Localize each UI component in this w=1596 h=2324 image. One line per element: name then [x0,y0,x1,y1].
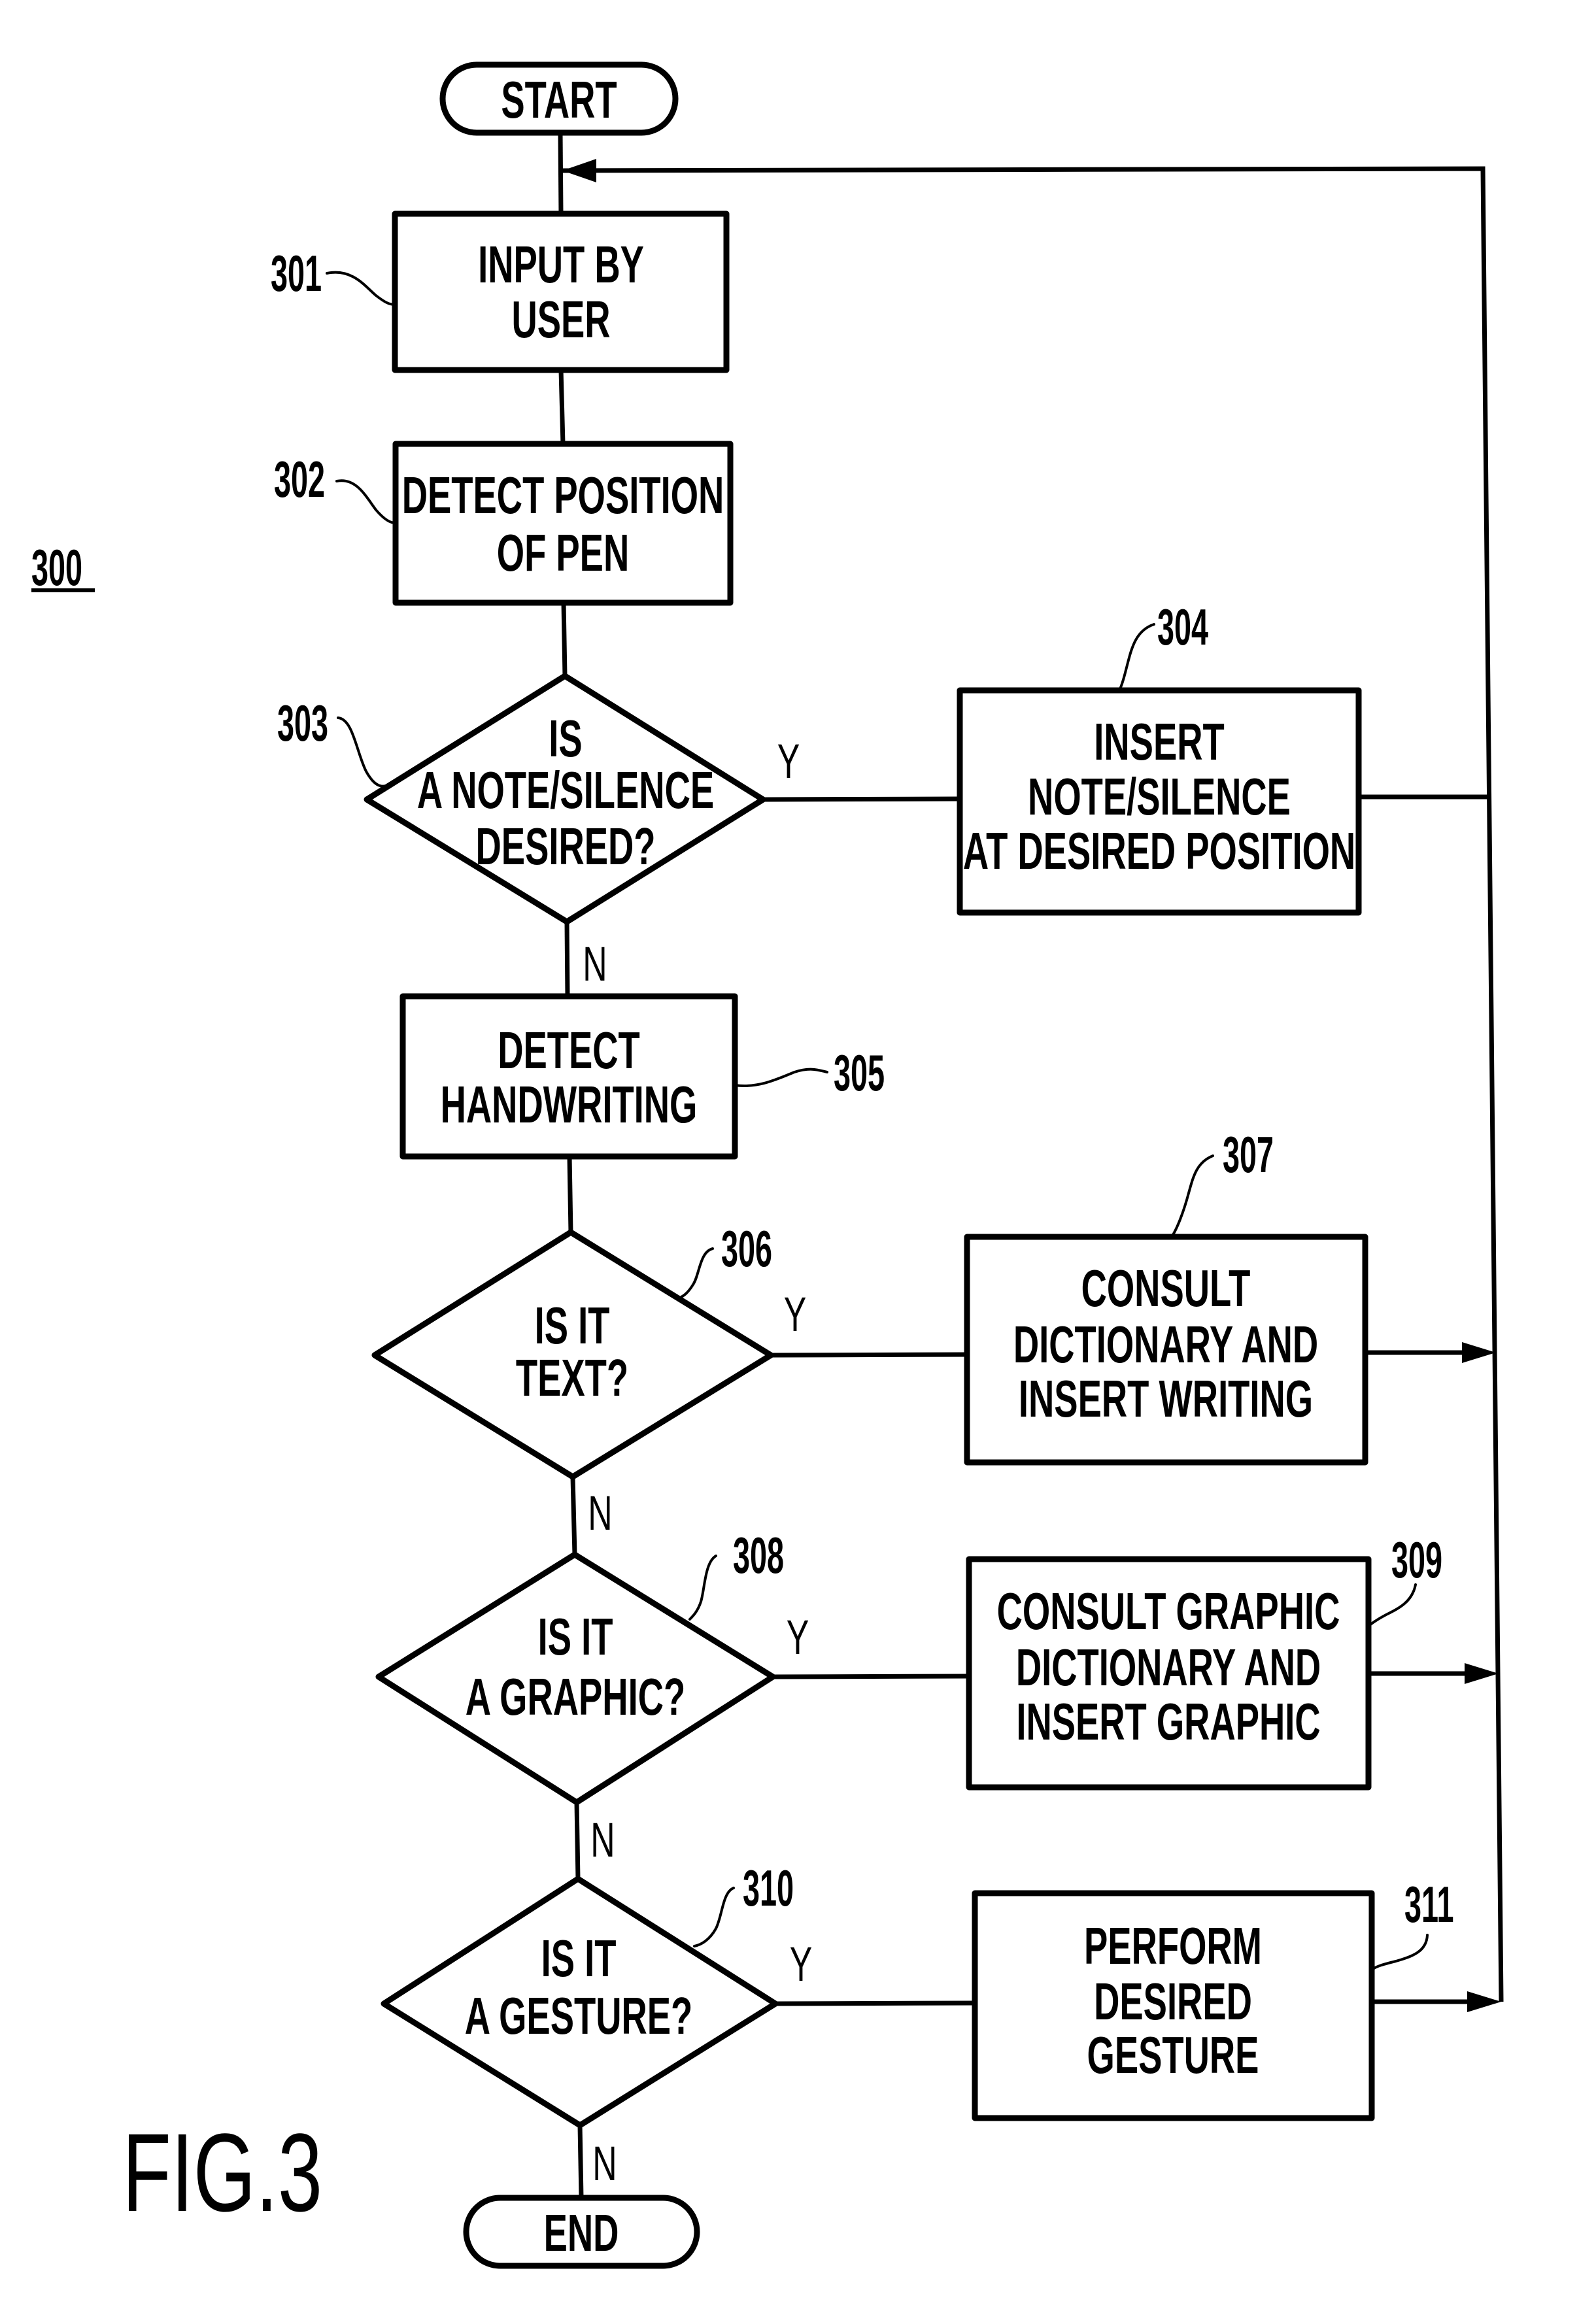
branch-303-no: N [583,937,607,991]
step-309-line-1: CONSULT GRAPHIC [997,1583,1340,1641]
end-label: END [544,2204,619,2263]
decision-308-line-2: A GRAPHIC? [466,1668,685,1726]
decision-306-diamond: IS IT TEXT? [371,1229,774,1480]
leader-308 [688,1555,717,1621]
decision-306-line-1: IS IT [535,1297,610,1355]
branch-310-no: N [592,2136,617,2191]
decision-303-line-2: A NOTE/SILENCE [417,762,714,820]
branch-303-yes: Y [777,734,800,788]
decision-306-line-2: TEXT? [516,1349,628,1407]
leader-309 [1369,1583,1417,1626]
connector-310-end [577,2125,584,2198]
decision-308-line-1: IS IT [538,1608,613,1666]
figure-reference-number: 300 [31,539,82,596]
decision-310-line-2: A GESTURE? [465,1987,692,2046]
step-304-box: INSERT NOTE/SILENCE AT DESIRED POSITION [957,687,1362,916]
step-302-line-2: OF PEN [497,524,629,582]
leader-304 [1118,623,1155,692]
leader-301 [326,271,396,306]
step-307-line-2: DICTIONARY AND [1013,1316,1318,1374]
ref-310: 310 [743,1860,794,1917]
ref-311: 311 [1404,1876,1454,1933]
step-311-line-2: DESIRED [1094,1973,1252,2031]
step-304-line-1: INSERT [1094,713,1225,771]
figure-reference: 300 [31,539,95,596]
decision-310-line-1: IS IT [541,1930,617,1988]
step-304-line-2: NOTE/SILENCE [1028,768,1291,826]
step-301-line-2: USER [511,291,610,349]
step-307-line-1: CONSULT [1081,1260,1251,1318]
branch-306-no: N [588,1486,612,1540]
leader-307 [1170,1154,1214,1238]
step-302-line-1: DETECT POSITION [402,467,724,525]
step-301-line-1: INPUT BY [478,236,644,294]
leader-310 [693,1887,735,1947]
ref-302: 302 [274,451,325,508]
connector-310-311 [775,2000,976,2006]
step-307-line-3: INSERT WRITING [1019,1370,1313,1428]
ref-307: 307 [1223,1126,1274,1183]
ref-306: 306 [721,1221,772,1277]
arrowhead-307-icon [1462,1342,1496,1363]
arrowhead-309-icon [1465,1663,1499,1684]
branch-310-yes: Y [790,1937,813,1991]
decision-303-line-1: IS [549,710,582,768]
connector-303-305 [564,921,570,997]
connector-301-302 [558,369,566,445]
flowchart: START END INPUT BY USER DETECT POSITION … [31,61,1504,2269]
ref-303: 303 [277,695,328,752]
decision-303-diamond: IS A NOTE/SILENCE DESIRED? [364,673,766,925]
step-305-line-1: DETECT [498,1022,640,1080]
branch-308-yes: Y [787,1610,809,1664]
step-309-line-3: INSERT GRAPHIC [1016,1693,1320,1751]
step-311-line-1: PERFORM [1084,1917,1262,1976]
ref-305: 305 [834,1045,885,1102]
start-terminal: START [439,61,679,136]
decision-308-diamond: IS IT A GRAPHIC? [375,1551,776,1806]
decision-303-line-3: DESIRED? [476,818,656,876]
branch-306-yes: Y [784,1287,807,1341]
figure-label: FIG.3 [122,2111,322,2234]
connector-302-303 [561,602,568,677]
start-label: START [501,71,617,129]
step-309-box: CONSULT GRAPHIC DICTIONARY AND INSERT GR… [966,1556,1372,1791]
connector-308-310 [574,1802,581,1879]
step-307-box: CONSULT DICTIONARY AND INSERT WRITING [964,1234,1368,1466]
leader-303 [337,716,387,788]
ref-308: 308 [733,1527,784,1584]
step-305-box: DETECT HANDWRITING [399,993,738,1160]
step-305-line-2: HANDWRITING [441,1076,698,1134]
leader-305 [734,1068,828,1087]
ref-309: 309 [1391,1532,1442,1589]
arrowhead-311-icon [1467,1991,1501,2012]
ref-304: 304 [1157,599,1208,656]
step-309-line-2: DICTIONARY AND [1016,1639,1321,1697]
leader-311 [1372,1934,1429,1970]
branch-308-no: N [590,1813,615,1867]
leader-302 [335,479,397,524]
step-302-box: DETECT POSITION OF PEN [392,441,734,606]
decision-310-diamond: IS IT A GESTURE? [381,1876,779,2129]
leader-306 [679,1247,714,1299]
connector-306-308 [570,1476,577,1555]
connector-start-301 [558,132,564,214]
step-311-line-3: GESTURE [1087,2027,1259,2085]
ref-301: 301 [271,245,322,302]
connector-303-304 [762,796,960,802]
step-301-box: INPUT BY USER [392,211,730,373]
connector-308-309 [772,1674,970,1679]
end-terminal: END [463,2195,700,2269]
step-304-line-3: AT DESIRED POSITION [963,822,1355,881]
connector-305-306 [567,1156,573,1233]
step-311-box: PERFORM DESIRED GESTURE [972,1890,1375,2121]
arrowhead-return-icon [562,159,596,182]
